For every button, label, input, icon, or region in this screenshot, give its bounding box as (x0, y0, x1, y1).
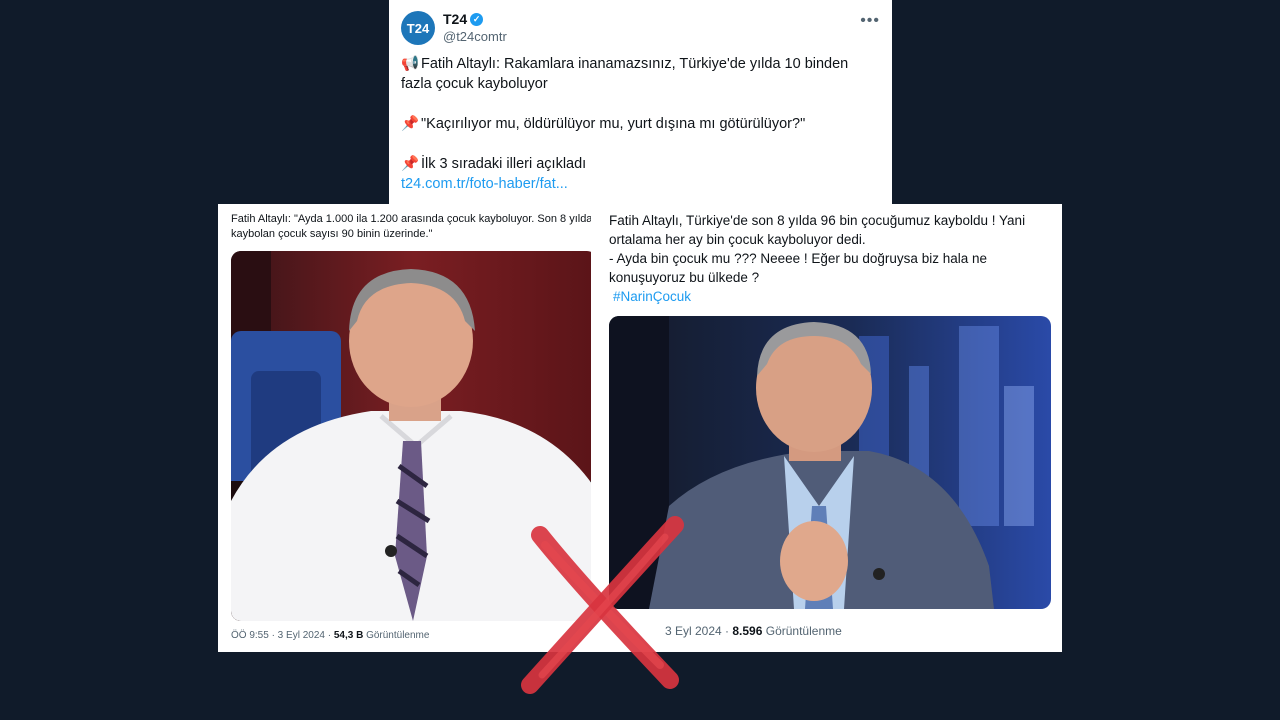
tweet-line-3: 📌 İlk 3 sıradaki illeri açıkladı (401, 154, 880, 174)
hashtag-link[interactable]: #NarinÇocuk (609, 289, 691, 304)
views-label: Görüntülenme (765, 624, 842, 638)
tweet-line-2: - Ayda bin çocuk mu ??? Neeee ! Eğer bu … (609, 251, 987, 285)
tweet-meta: 3 Eyl 2024 · 8.596 Görüntülenme (665, 624, 842, 638)
megaphone-icon: 📢 (401, 56, 420, 72)
tweet-line-1-text: Fatih Altaylı: Rakamlara inanamazsınız, … (401, 56, 849, 92)
tweet-line-1: 📢 Fatih Altaylı: Rakamlara inanamazsınız,… (401, 54, 880, 94)
article-link[interactable]: t24.com.tr/foto-haber/fat... (401, 174, 880, 194)
tweet-line-1: Fatih Altaylı, Türkiye'de son 8 yılda 96… (609, 213, 1026, 247)
views-label: Görüntülenme (366, 630, 430, 641)
view-count: 8.596 (732, 624, 763, 638)
more-options-icon[interactable]: ••• (860, 12, 880, 30)
tweet-line-3-text: İlk 3 sıradaki illeri açıkladı (421, 156, 587, 172)
tweet-meta: ÖÖ 9:55 · 3 Eyl 2024 · 54,3 B Görüntülen… (231, 630, 429, 641)
top-tweet-card: T24 T24 ✓ @t24comtr ••• 📢 Fatih Altaylı: … (389, 0, 892, 210)
author-names: T24 ✓ @t24comtr (443, 11, 507, 45)
timestamp[interactable]: ÖÖ 9:55 · 3 Eyl 2024 · (231, 630, 334, 641)
avatar[interactable]: T24 (401, 11, 435, 45)
pushpin-icon: 📌 (401, 156, 420, 172)
hashtag-row: #NarinÇocuk (609, 287, 1044, 306)
tweet-line-2-text: "Kaçırılıyor mu, öldürülüyor mu, yurt dı… (421, 116, 806, 132)
red-cross-icon (521, 516, 684, 694)
display-name-text[interactable]: T24 (443, 11, 467, 28)
tweet-header: T24 T24 ✓ @t24comtr ••• (401, 8, 880, 48)
tweet-line-2: 📌 "Kaçırılıyor mu, öldürülüyor mu, yurt d… (401, 114, 880, 134)
display-name[interactable]: T24 ✓ (443, 11, 507, 28)
pushpin-icon: 📌 (401, 116, 420, 132)
tweet-text: Fatih Altaylı: "Ayda 1.000 ila 1.200 ara… (231, 213, 593, 240)
verified-badge-icon: ✓ (470, 13, 484, 26)
view-count: 54,3 B (333, 630, 364, 641)
author-handle[interactable]: @t24comtr (443, 28, 507, 45)
